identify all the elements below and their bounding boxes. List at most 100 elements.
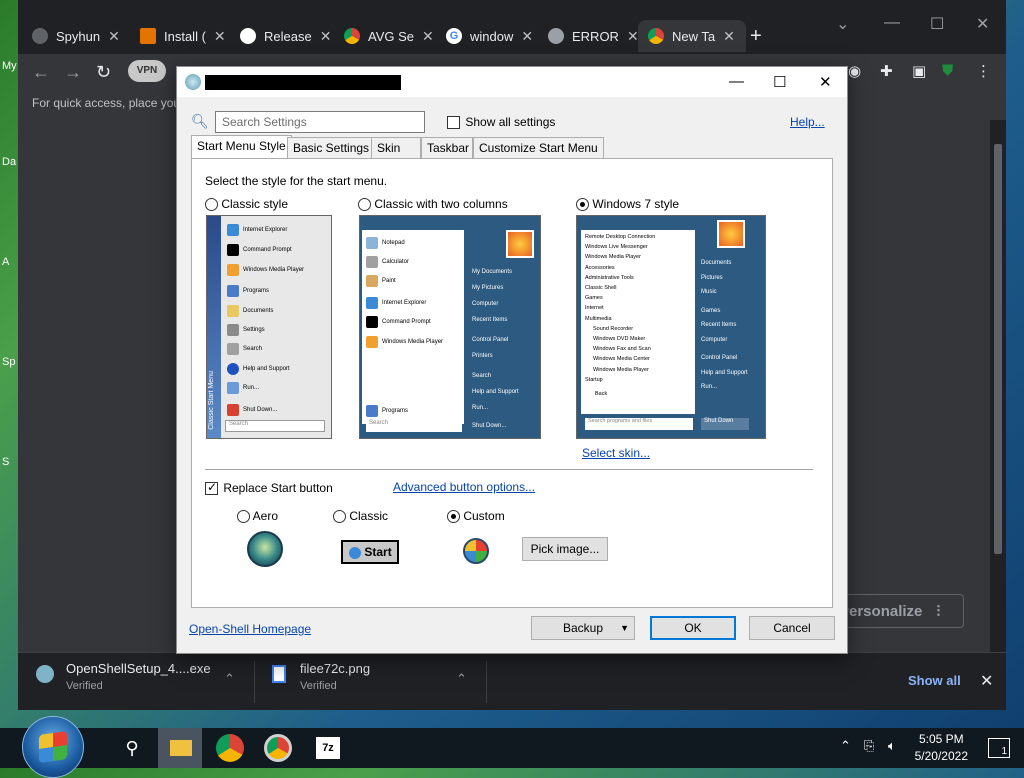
- browser-tab[interactable]: ERROR ✕: [548, 20, 648, 52]
- radio[interactable]: [333, 510, 346, 524]
- chevron-down-icon[interactable]: ⌄: [836, 14, 849, 34]
- close-icon[interactable]: ✕: [723, 28, 735, 45]
- radio[interactable]: [237, 510, 250, 524]
- download-item[interactable]: OpenShellSetup_4....exe Verified: [36, 661, 211, 692]
- replace-start-button-checkbox[interactable]: Replace Start button: [205, 480, 333, 496]
- start-button[interactable]: [22, 716, 84, 778]
- download-name: OpenShellSetup_4....exe: [66, 661, 211, 676]
- windows7-style-preview[interactable]: Remote Desktop Connection Windows Live M…: [576, 215, 766, 439]
- clock-date: 5/20/2022: [914, 749, 968, 763]
- radio[interactable]: [576, 198, 589, 212]
- button-style-aero[interactable]: Aero: [237, 509, 278, 524]
- browser-tab[interactable]: Install ( ✕: [140, 20, 240, 52]
- tab-taskbar[interactable]: Taskbar: [421, 137, 473, 159]
- radio[interactable]: [358, 198, 371, 212]
- windows-logo-icon: [39, 731, 67, 763]
- scrollbar[interactable]: [990, 120, 1006, 656]
- desktop-icon-label[interactable]: A: [2, 256, 9, 268]
- search-input[interactable]: Search Settings: [215, 111, 425, 133]
- close-icon[interactable]: ✕: [108, 28, 120, 45]
- show-all-settings-checkbox[interactable]: Show all settings: [447, 115, 555, 130]
- chrome-icon[interactable]: [216, 734, 244, 762]
- browser-tab[interactable]: AVG Se ✕: [344, 20, 444, 52]
- back-icon[interactable]: ←: [32, 62, 50, 83]
- tab-customize-start-menu[interactable]: Customize Start Menu: [473, 137, 604, 159]
- button-style-classic[interactable]: Classic: [333, 509, 388, 524]
- search-icon[interactable]: ⚲: [118, 734, 146, 762]
- two-columns-style-preview[interactable]: Notepad Calculator Paint Internet Explor…: [359, 215, 541, 439]
- radio[interactable]: [205, 198, 218, 212]
- extension-icon[interactable]: ◉: [848, 62, 861, 80]
- volume-icon[interactable]: 🔈︎: [888, 738, 896, 754]
- download-item[interactable]: filee72c.png Verified: [272, 661, 370, 692]
- style-option-classic[interactable]: Classic style: [205, 197, 288, 212]
- style-option-windows7[interactable]: Windows 7 style: [576, 197, 680, 212]
- help-link[interactable]: Help...: [790, 115, 825, 129]
- close-icon[interactable]: ✕: [819, 73, 832, 91]
- ok-button[interactable]: OK: [650, 616, 736, 640]
- browser-tab-active[interactable]: New Ta ✕: [638, 20, 746, 52]
- close-icon[interactable]: ✕: [521, 28, 533, 45]
- desktop-icon-label[interactable]: Da: [2, 156, 16, 168]
- close-window-icon[interactable]: ✕: [976, 14, 989, 34]
- vpn-badge[interactable]: VPN: [128, 60, 166, 82]
- forward-icon[interactable]: →: [64, 62, 82, 83]
- new-tab-button[interactable]: +: [750, 20, 762, 52]
- minimize-icon[interactable]: —: [729, 73, 744, 90]
- close-icon[interactable]: ✕: [214, 28, 226, 45]
- clock-time: 5:05 PM: [918, 732, 964, 746]
- shield-icon[interactable]: ⛊: [942, 62, 953, 79]
- radio-label: Windows 7 style: [592, 197, 680, 211]
- calculator-icon: [366, 256, 378, 268]
- notification-count: 1: [1001, 746, 1007, 757]
- advanced-button-options-link[interactable]: Advanced button options...: [393, 480, 535, 494]
- radio[interactable]: [447, 510, 460, 524]
- button-style-custom[interactable]: Custom: [447, 509, 505, 524]
- cancel-button[interactable]: Cancel: [749, 616, 835, 640]
- site-icon: [140, 28, 156, 44]
- tab-start-menu-style[interactable]: Start Menu Style: [191, 135, 292, 160]
- file-explorer-button[interactable]: [158, 728, 202, 768]
- backup-button[interactable]: Backup ▼: [531, 616, 635, 640]
- pick-image-button[interactable]: Pick image...: [522, 537, 608, 561]
- reload-icon[interactable]: ↻: [96, 62, 111, 83]
- menu-icon[interactable]: ⋮: [976, 62, 991, 80]
- checkbox[interactable]: [205, 480, 218, 496]
- chevron-up-icon[interactable]: ⌃: [224, 671, 235, 687]
- menu-item: Shut Down...: [223, 401, 277, 419]
- browser-tab[interactable]: Release ✕: [240, 20, 340, 52]
- browser-tab[interactable]: G window ✕: [446, 20, 546, 52]
- chrome-alt-icon[interactable]: [264, 734, 292, 762]
- menu-item: Windows Media Player: [362, 333, 443, 351]
- minimize-icon[interactable]: —: [884, 14, 900, 32]
- notification-center[interactable]: 1: [988, 738, 1010, 758]
- select-skin-link[interactable]: Select skin...: [582, 446, 650, 460]
- clock[interactable]: 5:05 PM 5/20/2022: [915, 731, 968, 765]
- puzzle-icon[interactable]: ✚: [880, 62, 893, 80]
- maximize-icon[interactable]: ☐: [930, 14, 944, 34]
- tab-skin[interactable]: Skin: [371, 137, 421, 159]
- 7zip-icon[interactable]: 7z: [316, 737, 340, 759]
- desktop-icon-label[interactable]: My: [2, 60, 17, 72]
- chevron-up-icon[interactable]: ⌃: [840, 738, 851, 754]
- desktop-icon-label[interactable]: Sp: [2, 356, 15, 368]
- browser-tab[interactable]: Spyhun ✕: [32, 20, 132, 52]
- close-icon[interactable]: ✕: [980, 671, 993, 691]
- close-icon[interactable]: ✕: [422, 28, 434, 45]
- sidebar-icon[interactable]: ▣: [912, 62, 926, 80]
- style-option-two-columns[interactable]: Classic with two columns: [358, 197, 508, 212]
- classic-style-preview[interactable]: Classic Start Menu Internet Explorer Com…: [206, 215, 332, 439]
- desktop-icon-label[interactable]: S: [2, 456, 9, 468]
- close-icon[interactable]: ✕: [627, 28, 639, 45]
- homepage-link[interactable]: Open-Shell Homepage: [189, 622, 311, 636]
- maximize-icon[interactable]: ☐: [773, 73, 786, 91]
- checkbox[interactable]: [447, 116, 460, 130]
- redacted-title: [205, 75, 401, 90]
- network-icon[interactable]: ⎘: [864, 738, 874, 754]
- chevron-up-icon[interactable]: ⌃: [456, 671, 467, 687]
- divider: [254, 661, 255, 703]
- show-all-link[interactable]: Show all: [908, 673, 961, 688]
- close-icon[interactable]: ✕: [320, 28, 332, 45]
- scrollbar-thumb[interactable]: [994, 144, 1002, 554]
- tab-basic-settings[interactable]: Basic Settings: [287, 137, 376, 159]
